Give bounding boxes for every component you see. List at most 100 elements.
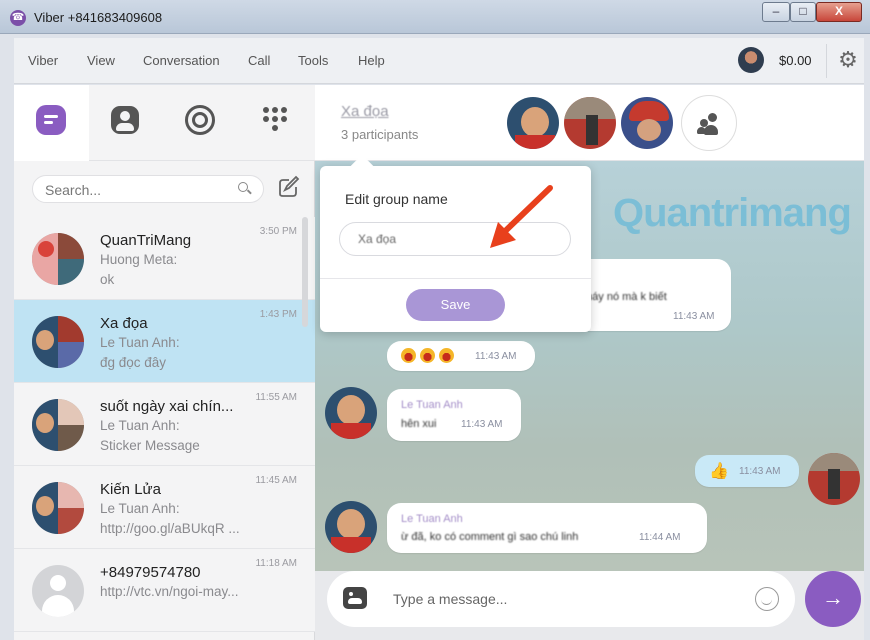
group-info-button[interactable] <box>681 95 737 151</box>
last-message: http://goo.gl/aBUkqR ... <box>100 521 240 536</box>
message-text: hên xui <box>401 418 437 430</box>
conversation-item[interactable]: Kiến Lửa Le Tuan Anh: http://goo.gl/aBUk… <box>14 466 315 549</box>
laughing-emoji-icon <box>420 348 435 363</box>
composer-bar: Type a message... → <box>315 571 864 640</box>
maximize-button[interactable]: □ <box>790 2 816 22</box>
search-icon[interactable] <box>238 182 248 192</box>
group-avatar <box>32 316 84 368</box>
settings-gear-icon[interactable]: ⚙ <box>836 48 860 72</box>
contact-person-icon <box>111 106 139 134</box>
viber-window: ☎ Viber +841683409608 – □ X Viber View C… <box>0 0 870 640</box>
message-time: 11:44 AM <box>639 532 681 543</box>
tab-dialpad[interactable] <box>239 85 314 161</box>
emoticon-icon[interactable] <box>755 587 779 611</box>
list-scrollbar[interactable] <box>302 217 308 327</box>
conversation-item[interactable]: Xa đọa Le Tuan Anh: đg đọc đây 1:43 PM <box>14 300 315 383</box>
viber-logo-icon: ☎ <box>10 10 26 26</box>
conversation-time: 11:55 AM <box>255 392 297 403</box>
chat-bubble-icon <box>36 105 66 135</box>
conversation-name: QuanTriMang <box>100 232 192 249</box>
last-sender: Le Tuan Anh: <box>100 335 180 350</box>
participant-avatar[interactable] <box>562 95 618 151</box>
sender-avatar[interactable] <box>325 501 377 553</box>
group-name[interactable]: Xa đọa <box>341 103 389 120</box>
attach-image-icon[interactable] <box>343 587 367 609</box>
message-placeholder: Type a message... <box>393 591 508 607</box>
dialpad-icon <box>263 107 291 135</box>
message-bubble[interactable]: máy nó mà k biết 11:43 AM <box>569 259 731 331</box>
thumbs-up-sticker-icon: 👍 <box>709 463 729 480</box>
search-input[interactable] <box>45 181 225 199</box>
main-nav <box>14 85 315 161</box>
red-arrow-annotation-icon <box>490 185 553 248</box>
own-avatar[interactable] <box>808 453 860 505</box>
default-avatar <box>32 565 84 617</box>
menu-divider <box>826 44 827 78</box>
message-time: 11:43 AM <box>461 419 503 430</box>
message-time: 11:43 AM <box>673 311 715 322</box>
message-bubble[interactable]: Le Tuan Anh ừ đã, ko có comment gì sao c… <box>387 503 707 553</box>
conversation-item[interactable]: QuanTriMang Huong Meta: ok 3:50 PM <box>14 217 315 300</box>
conversations-panel: QuanTriMang Huong Meta: ok 3:50 PM Xa đọ… <box>14 85 315 640</box>
participant-avatar[interactable] <box>505 95 561 151</box>
group-avatar <box>32 233 84 285</box>
message-text: ừ đã, ko có comment gì sao chú linh <box>401 531 579 543</box>
minimize-button[interactable]: – <box>762 2 790 22</box>
last-sender: Le Tuan Anh: <box>100 501 180 516</box>
laughing-emoji-icon <box>401 348 416 363</box>
account-avatar[interactable] <box>738 47 764 73</box>
watermark-logo: Quantrimang <box>613 191 852 235</box>
last-message: http://vtc.vn/ngoi-may... <box>100 584 239 599</box>
tab-chats[interactable] <box>14 85 89 161</box>
menu-view[interactable]: View <box>87 53 115 68</box>
last-message: đg đọc đây <box>100 355 167 370</box>
conversation-time: 1:43 PM <box>259 309 297 320</box>
group-avatar <box>32 399 84 451</box>
menu-viber[interactable]: Viber <box>28 53 58 68</box>
save-button[interactable]: Save <box>406 289 505 321</box>
menu-tools[interactable]: Tools <box>298 53 328 68</box>
group-avatar <box>32 482 84 534</box>
conversation-time: 11:18 AM <box>255 558 297 569</box>
conversation-time: 3:50 PM <box>259 226 297 237</box>
conversation-item[interactable]: suốt ngày xai chín... Le Tuan Anh: Stick… <box>14 383 315 466</box>
menu-bar: Viber View Conversation Call Tools Help … <box>14 38 864 84</box>
last-message: ok <box>100 272 115 287</box>
conversation-name: +84979574780 <box>100 564 201 581</box>
message-sender: Le Tuan Anh <box>401 513 463 525</box>
message-bubble[interactable]: Le Tuan Anh hên xui 11:43 AM <box>387 389 521 441</box>
participants-count: 3 participants <box>341 127 419 142</box>
close-button[interactable]: X <box>816 2 862 22</box>
conversation-name: Kiến Lửa <box>100 481 161 498</box>
send-button[interactable]: → <box>805 571 861 627</box>
popup-divider <box>320 278 591 279</box>
sender-avatar[interactable] <box>325 387 377 439</box>
message-sender: Le Tuan Anh <box>401 399 463 411</box>
conversation-item[interactable]: +84979574780 http://vtc.vn/ngoi-may... 1… <box>14 549 315 632</box>
last-sender: Le Tuan Anh: <box>100 418 180 433</box>
own-message-bubble[interactable]: 👍 11:43 AM <box>695 455 799 487</box>
tab-public-chats[interactable] <box>164 85 239 161</box>
conversation-header: Xa đọa 3 participants <box>315 85 864 161</box>
menu-conversation[interactable]: Conversation <box>143 53 220 68</box>
message-time: 11:43 AM <box>475 351 517 362</box>
menu-help[interactable]: Help <box>358 53 385 68</box>
tab-contacts[interactable] <box>89 85 164 161</box>
group-name-value: Xa đọa <box>358 232 397 246</box>
title-bar: ☎ Viber +841683409608 – □ X <box>0 0 870 34</box>
message-bubble[interactable]: 11:43 AM <box>387 341 535 371</box>
window-title: Viber +841683409608 <box>34 10 163 25</box>
new-conversation-icon[interactable] <box>276 175 300 199</box>
last-sender: Huong Meta: <box>100 252 178 267</box>
conversation-name: suốt ngày xai chín... <box>100 398 234 415</box>
message-time: 11:43 AM <box>739 466 781 477</box>
conversation-name: Xa đọa <box>100 315 148 332</box>
viber-out-balance[interactable]: $0.00 <box>779 53 812 68</box>
message-input[interactable]: Type a message... <box>327 571 795 627</box>
conversation-time: 11:45 AM <box>255 475 297 486</box>
participant-avatar[interactable] <box>619 95 675 151</box>
popup-title: Edit group name <box>345 191 448 207</box>
menu-call[interactable]: Call <box>248 53 270 68</box>
conversation-list: QuanTriMang Huong Meta: ok 3:50 PM Xa đọ… <box>14 217 315 632</box>
search-box <box>32 175 264 203</box>
